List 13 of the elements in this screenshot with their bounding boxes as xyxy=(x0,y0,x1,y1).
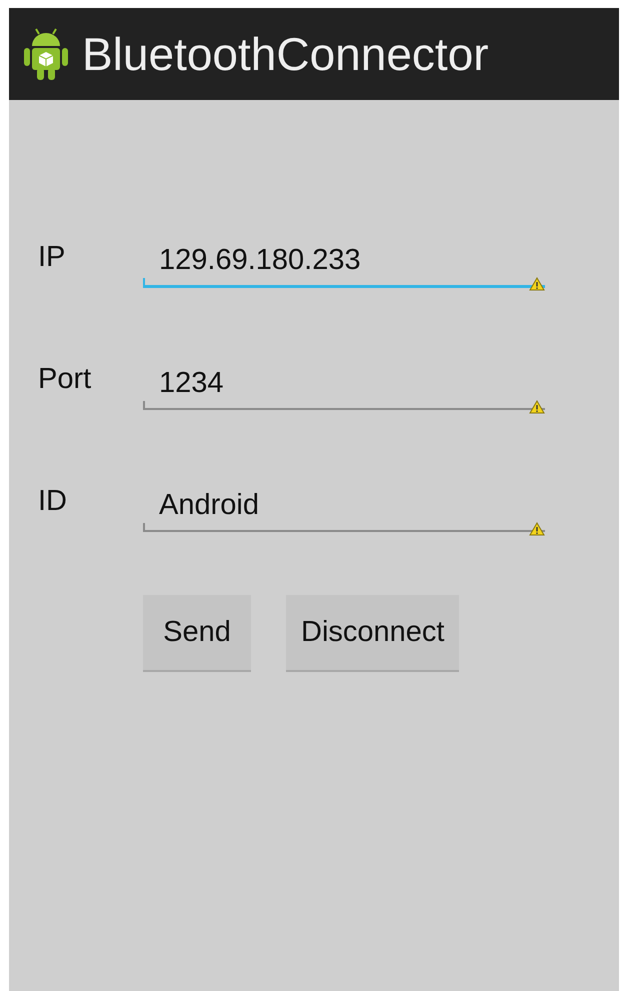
warning-icon xyxy=(529,400,545,414)
field-label: ID xyxy=(38,487,68,516)
text-field[interactable]: 129.69.180.233 xyxy=(143,228,545,288)
text-field[interactable]: 1234 xyxy=(143,350,545,410)
app-title: BluetoothConnector xyxy=(82,31,489,77)
action-button[interactable]: Disconnect xyxy=(286,595,460,670)
field-label: IP xyxy=(38,243,66,272)
text-field[interactable]: Android xyxy=(143,472,545,532)
robot-icon xyxy=(22,26,70,82)
warning-icon xyxy=(529,522,545,536)
warning-icon xyxy=(529,277,545,291)
field-label: Port xyxy=(38,365,92,394)
action-button[interactable]: Send xyxy=(143,595,251,670)
